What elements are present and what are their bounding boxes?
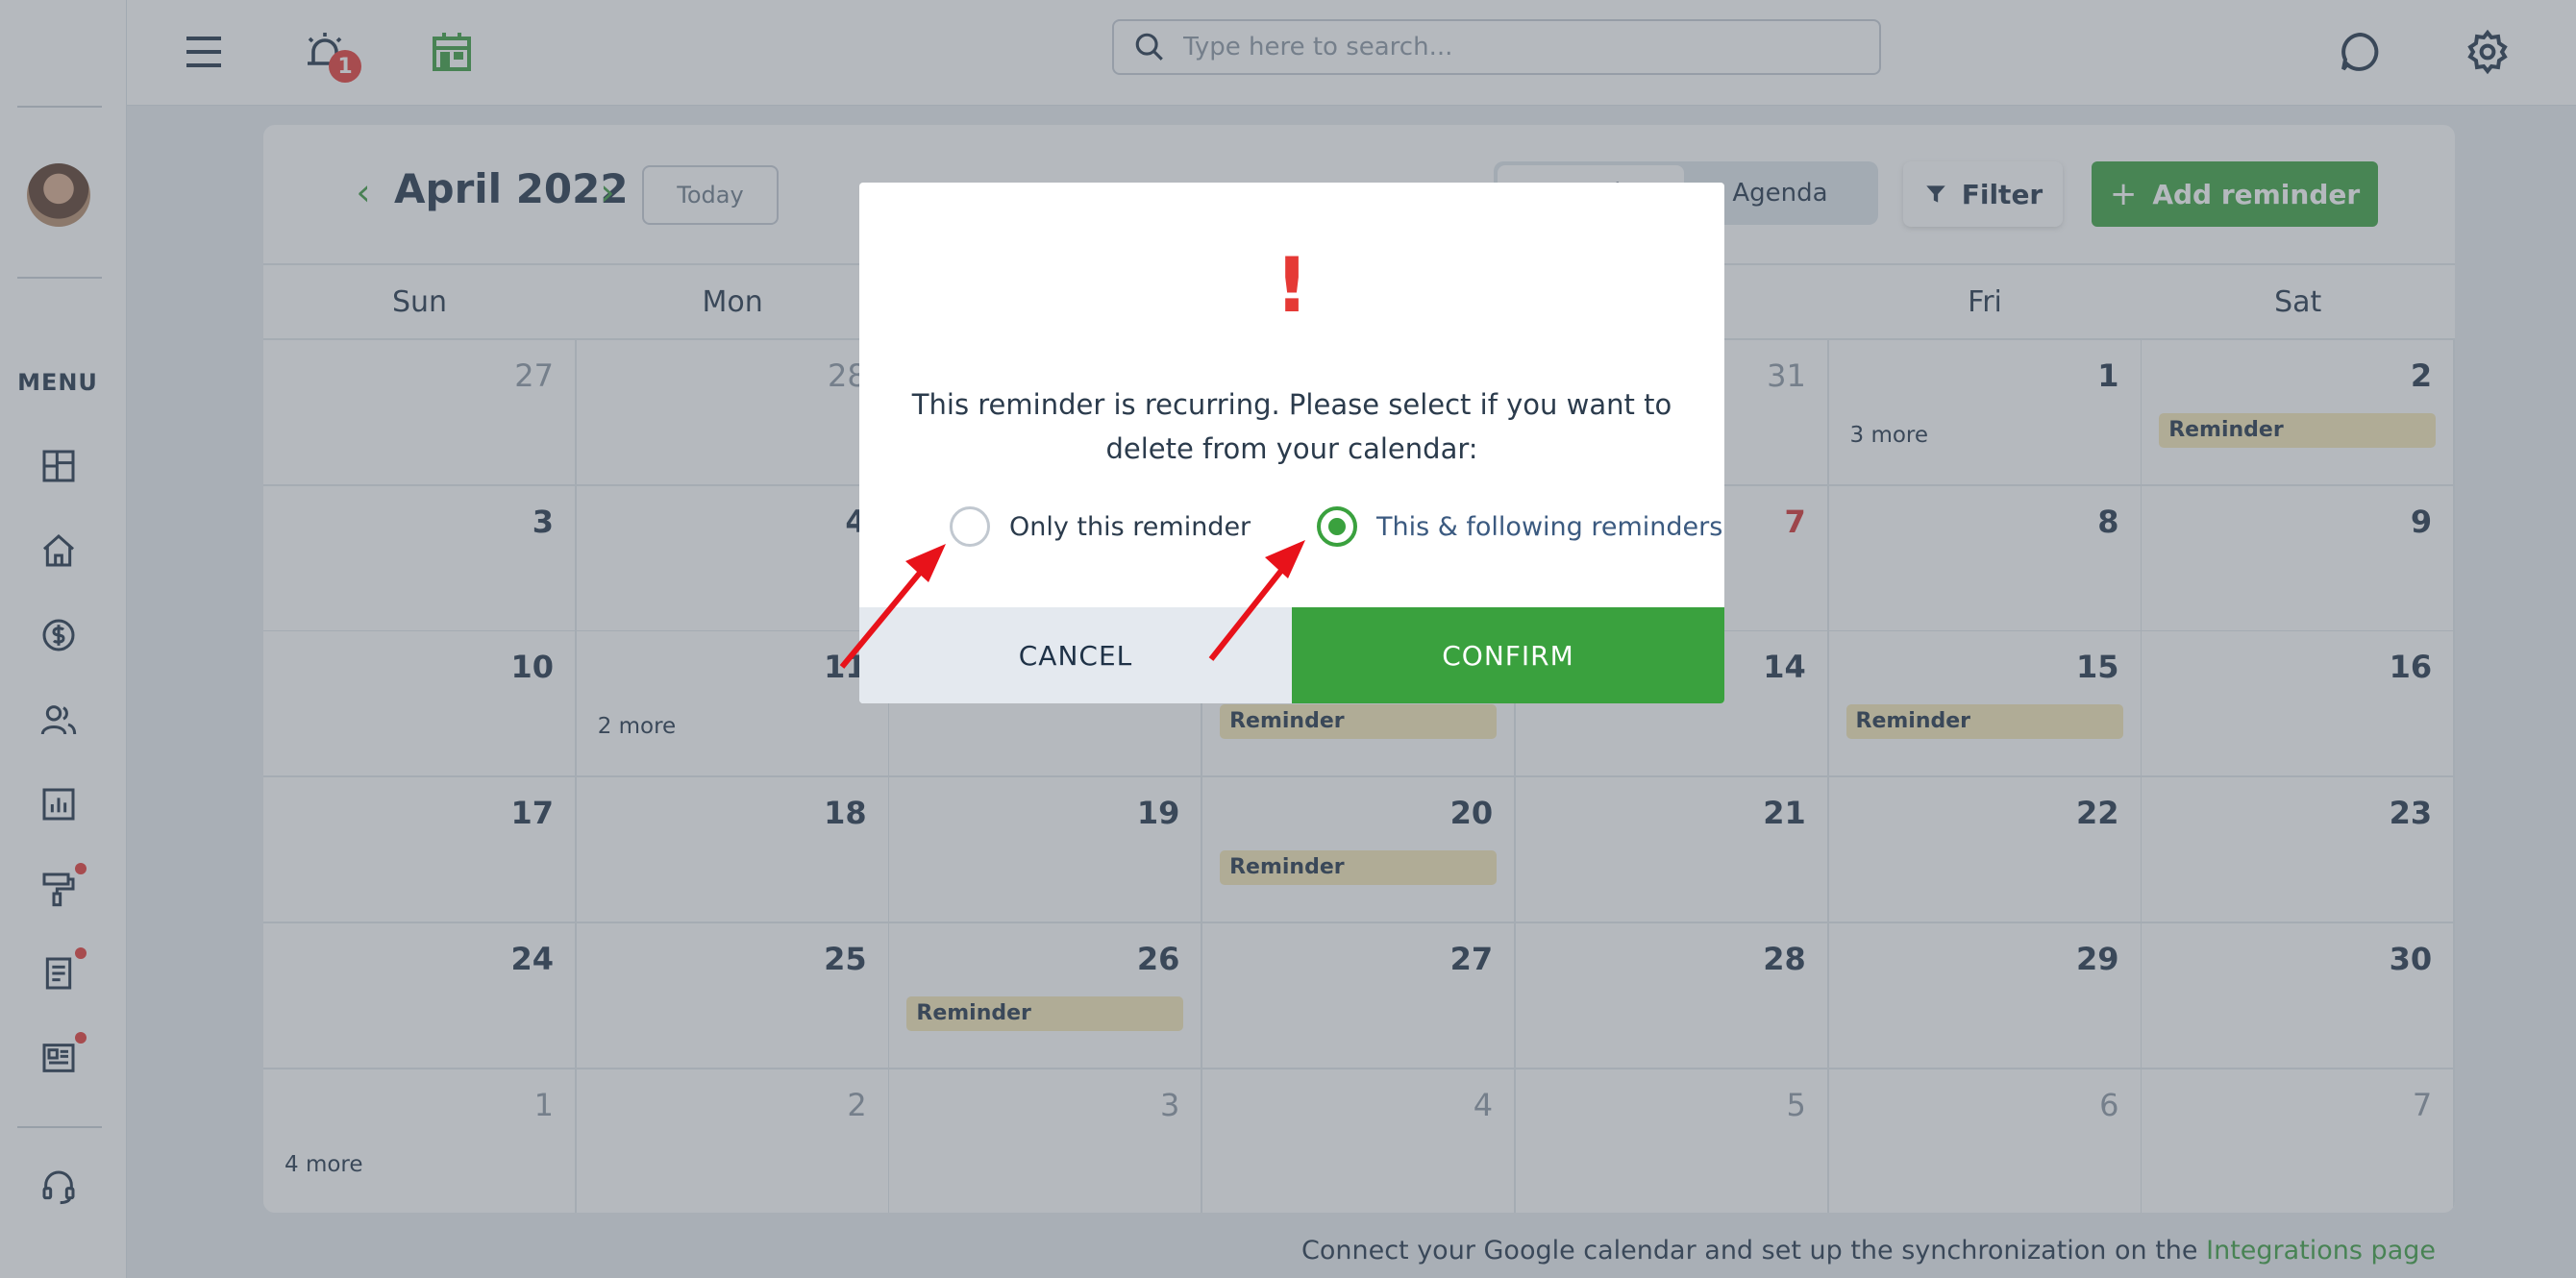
cancel-button[interactable]: CANCEL [859, 607, 1292, 703]
only-this-label: Only this reminder [1009, 511, 1251, 542]
dialog-message: This reminder is recurring. Please selec… [911, 388, 1672, 465]
delete-recurring-dialog: ! This reminder is recurring. Please sel… [859, 183, 1724, 703]
only-this-radio[interactable] [950, 506, 990, 547]
this-and-following-radio[interactable] [1317, 506, 1357, 547]
only-this-option[interactable]: Only this reminder [950, 505, 1251, 548]
this-and-following-option[interactable]: This & following reminders [1317, 505, 1722, 548]
this-and-following-label: This & following reminders [1376, 511, 1723, 542]
confirm-button[interactable]: CONFIRM [1292, 607, 1724, 703]
exclamation-icon: ! [1275, 243, 1309, 330]
